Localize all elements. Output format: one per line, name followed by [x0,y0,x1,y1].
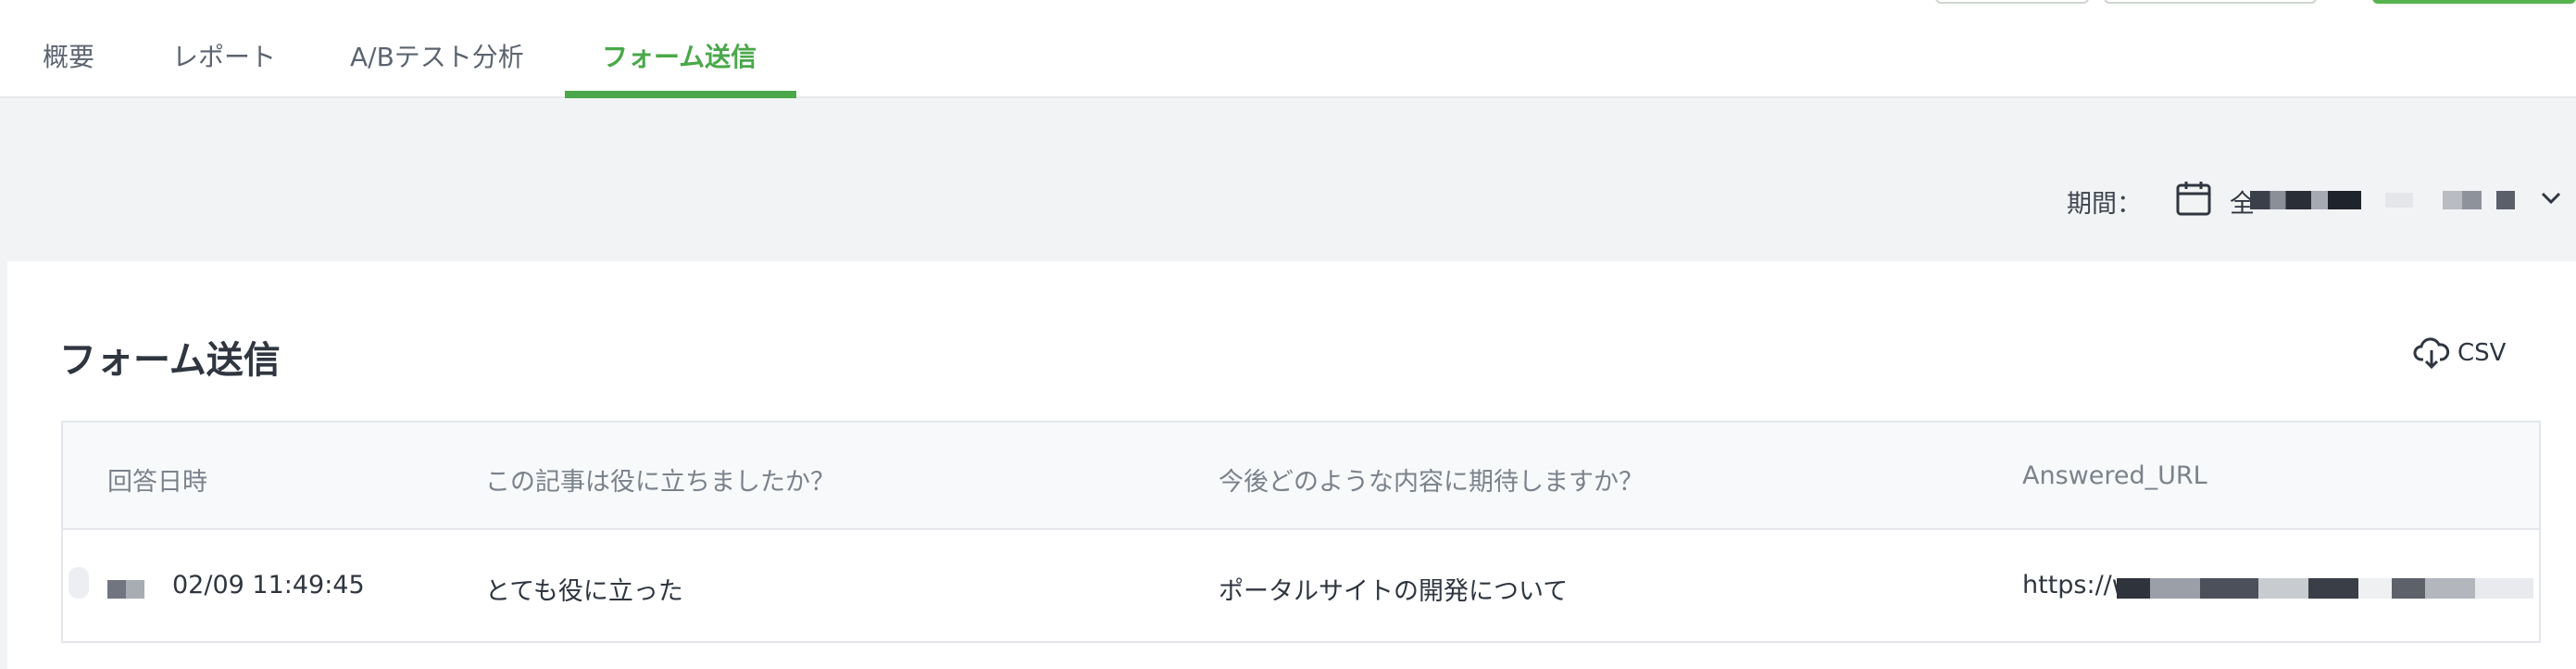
period-label: 期間： [2067,190,2142,219]
csv-download-button[interactable]: CSV [2413,332,2515,372]
active-tab-indicator [565,91,796,98]
top-action-button-primary[interactable] [2372,0,2576,4]
redacted-mosaic [2117,578,2533,599]
table-header: 回答日時 この記事は役に立ちましたか？ 今後どのような内容に期待しますか？ An… [63,423,2539,530]
redacted-mosaic [2443,191,2482,209]
submissions-table: 回答日時 この記事は役に立ちましたか？ 今後どのような内容に期待しますか？ An… [61,421,2541,643]
table-row[interactable]: 02/09 11:49:45 とても役に立った ポータルサイトの開発について h… [63,530,2539,643]
csv-label: CSV [2457,339,2507,367]
tab-form-submission[interactable]: フォーム送信 [602,41,757,98]
cell-expectation: ポータルサイトの開発について [1219,577,1569,606]
tab-report[interactable]: レポート [172,41,276,98]
redacted-mosaic [2250,191,2361,209]
tab-overview[interactable]: 概要 [43,41,94,98]
calendar-icon[interactable] [2174,179,2213,218]
card-title: フォーム送信 [59,339,281,382]
redacted-mosaic [2496,191,2515,209]
period-select[interactable]: 全 [2230,183,2535,219]
top-action-button-1[interactable] [1935,0,2089,4]
redacted-mosaic [69,567,89,599]
tab-ab-test[interactable]: A/Bテスト分析 [350,41,524,98]
chevron-down-icon[interactable] [2537,183,2565,211]
column-header-expectation[interactable]: 今後どのような内容に期待しますか？ [1219,461,1644,498]
cloud-download-icon [2413,337,2450,370]
tab-bar: 概要 レポート A/Bテスト分析 フォーム送信 [0,0,2576,98]
redacted-mosaic [107,580,144,599]
cell-answered-at: 02/09 11:49:45 [172,571,365,600]
redacted-mosaic [2385,193,2413,208]
column-header-helpful[interactable]: この記事は役に立ちましたか？ [485,461,835,498]
top-action-button-2[interactable] [2104,0,2317,4]
cell-helpful: とても役に立った [485,577,683,606]
form-submission-card: フォーム送信 CSV 回答日時 この記事は役に立ちましたか？ 今後どのような内容… [7,261,2576,669]
column-header-answered-url[interactable]: Answered_URL [2022,461,2207,490]
column-header-answered-at[interactable]: 回答日時 [107,461,207,498]
